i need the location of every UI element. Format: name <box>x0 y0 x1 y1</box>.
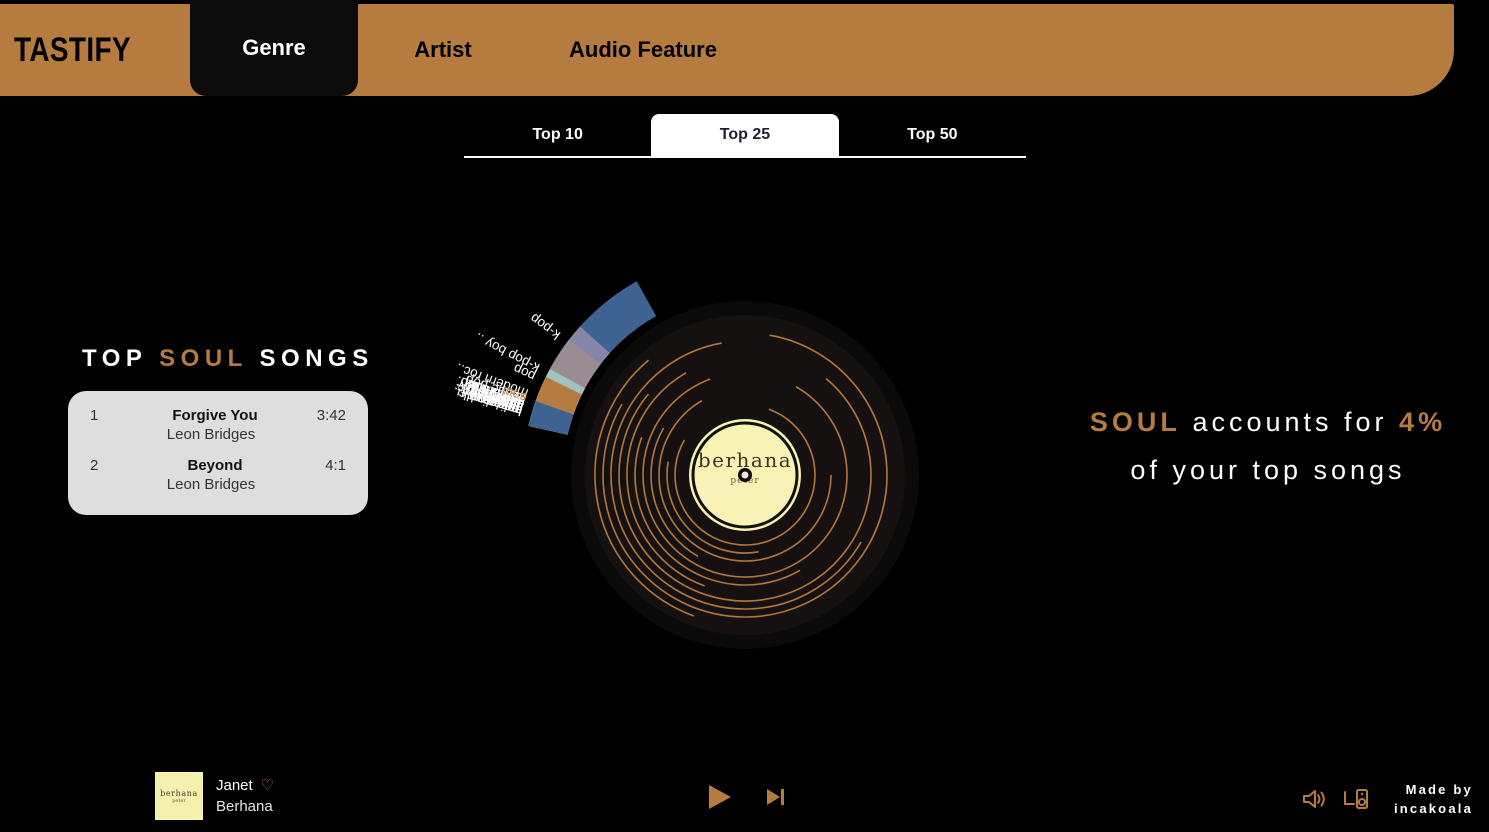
genre-arc-label: k-pop <box>527 311 563 343</box>
top-songs-title-suffix: SONGS <box>260 345 374 372</box>
player-controls <box>0 782 1489 812</box>
genre-share-line-2: of your top songs <box>1048 446 1488 494</box>
genre-share-genre: SOUL <box>1090 407 1181 437</box>
connect-device-icon[interactable] <box>1342 787 1370 811</box>
tab-top-10[interactable]: Top 10 <box>464 114 651 156</box>
song-rank: 2 <box>90 457 124 474</box>
song-artist: Leon Bridges <box>90 476 346 493</box>
top-songs-panel: TOP SOUL SONGS 1 Forgive You 3:42 Leon B… <box>68 345 368 515</box>
song-name: Beyond <box>124 457 306 474</box>
nav-tab-artist-label: Artist <box>414 37 471 63</box>
nav-tab-artist[interactable]: Artist <box>358 4 528 96</box>
song-primary-line: 1 Forgive You 3:42 <box>90 407 346 424</box>
brand-logo[interactable]: TASTIFY <box>0 4 190 96</box>
tab-top-25-label: Top 25 <box>720 126 770 144</box>
song-primary-line: 2 Beyond 4:1 <box>90 457 346 474</box>
genre-share-percent: 4% <box>1399 407 1446 437</box>
song-rank: 1 <box>90 407 124 424</box>
genre-share-stat: SOUL accounts for 4% of your top songs <box>1048 398 1488 494</box>
vinyl-spindle-hole <box>742 472 749 479</box>
nav-tab-genre-label: Genre <box>242 35 306 61</box>
nav-tab-audio-feature[interactable]: Audio Feature <box>528 4 758 96</box>
tab-top-10-label: Top 10 <box>532 126 582 144</box>
top-songs-title-prefix: TOP <box>82 345 147 372</box>
genre-share-line-1: SOUL accounts for 4% <box>1048 398 1488 446</box>
volume-icon[interactable] <box>1302 787 1328 811</box>
song-duration: 4:1 <box>306 457 346 474</box>
vinyl-record: berhana peter <box>571 301 919 649</box>
top-songs-title: TOP SOUL SONGS <box>68 345 368 373</box>
app-header: TASTIFY Genre Artist Audio Feature <box>0 4 1454 96</box>
nav-tab-audio-feature-label: Audio Feature <box>569 37 717 63</box>
song-list-item[interactable]: 1 Forgive You 3:42 Leon Bridges <box>90 407 346 443</box>
top-songs-card: 1 Forgive You 3:42 Leon Bridges 2 Beyond… <box>68 391 368 515</box>
song-list-item[interactable]: 2 Beyond 4:1 Leon Bridges <box>90 457 346 493</box>
made-by-line-2: incakoala <box>1394 799 1473 818</box>
song-artist: Leon Bridges <box>90 426 346 443</box>
play-icon[interactable] <box>704 782 734 812</box>
made-by-line-1: Made by <box>1394 780 1473 799</box>
made-by-credit: Made by incakoala <box>1394 780 1473 818</box>
nav-tab-genre[interactable]: Genre <box>190 0 358 96</box>
song-duration: 3:42 <box>306 407 346 424</box>
top-songs-title-genre: SOUL <box>159 345 247 372</box>
genre-share-text: accounts for <box>1192 407 1387 437</box>
tab-top-25[interactable]: Top 25 <box>651 114 838 156</box>
genre-donut-svg: berhana peter k-popk-pop boy ..popmodern… <box>455 170 1035 780</box>
tab-top-50-label: Top 50 <box>907 126 957 144</box>
player-bar: berhana peter Janet ♡ Berhana <box>0 770 1489 832</box>
next-track-icon[interactable] <box>764 786 786 808</box>
top-n-tab-group: Top 10 Top 25 Top 50 <box>464 114 1026 158</box>
brand-text: TASTIFY <box>14 31 131 70</box>
tab-top-50[interactable]: Top 50 <box>839 114 1026 156</box>
genre-donut-chart: berhana peter k-popk-pop boy ..popmodern… <box>455 170 1035 780</box>
player-right-controls: Made by incakoala <box>1302 780 1473 818</box>
song-name: Forgive You <box>124 407 306 424</box>
